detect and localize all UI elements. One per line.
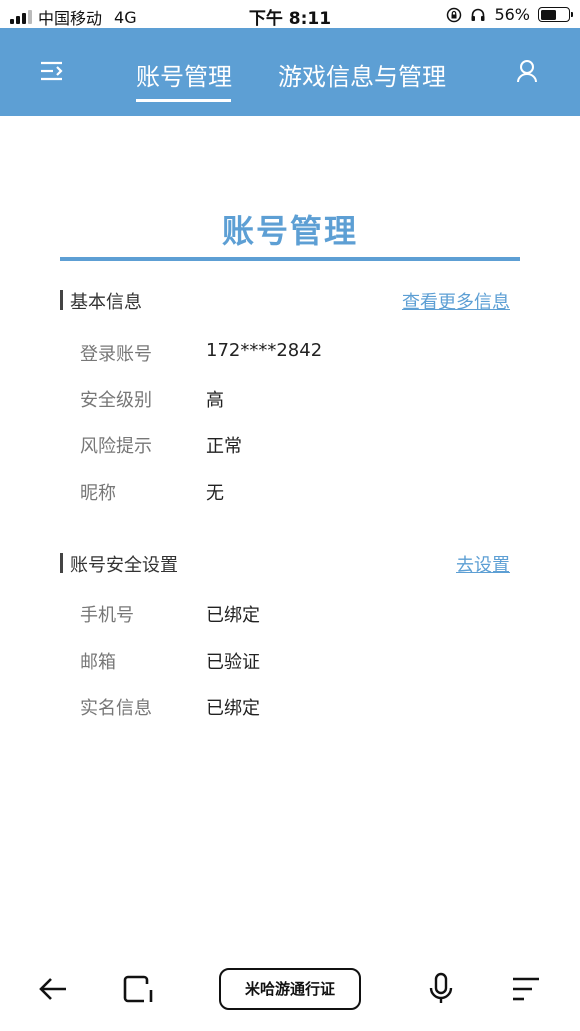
- info-row-security-level: 安全级别 高: [80, 386, 480, 411]
- status-left: 中国移动 4G: [10, 5, 137, 29]
- security-row-realname: 实名信息 已绑定: [80, 694, 480, 719]
- mihoyo-passport-button[interactable]: 米哈游通行证: [219, 968, 361, 1010]
- row-label: 实名信息: [80, 698, 152, 719]
- tab-account-management[interactable]: 账号管理: [136, 57, 232, 92]
- row-value: 无: [206, 483, 224, 504]
- bottom-toolbar: 米哈游通行证: [0, 960, 580, 1031]
- tabs-icon[interactable]: [122, 974, 154, 1004]
- row-label: 风险提示: [80, 436, 152, 457]
- security-row-phone: 手机号 已绑定: [80, 601, 480, 626]
- row-label: 登录账号: [80, 344, 152, 365]
- row-value: 正常: [206, 436, 242, 457]
- security-settings-header: 账号安全设置 去设置: [60, 551, 510, 576]
- battery-percent: 56%: [494, 5, 530, 24]
- status-right: 56%: [446, 5, 573, 24]
- view-more-info-link[interactable]: 查看更多信息: [402, 288, 510, 314]
- status-bar: 中国移动 4G 下午 8:11 56%: [0, 0, 580, 30]
- menu-lines-icon[interactable]: [511, 976, 541, 1002]
- back-arrow-icon[interactable]: [38, 974, 68, 1004]
- info-row-nickname: 昵称 无: [80, 479, 480, 504]
- user-icon[interactable]: [516, 59, 538, 83]
- microphone-icon[interactable]: [428, 972, 454, 1006]
- info-row-login-account: 登录账号 172****2842: [80, 340, 480, 365]
- row-value: 已绑定: [206, 698, 260, 719]
- network-type: 4G: [114, 7, 137, 27]
- basic-info-title: 基本信息: [70, 292, 142, 313]
- section-marker: [60, 290, 63, 310]
- row-value: 已验证: [206, 652, 260, 673]
- row-value: 已绑定: [206, 605, 260, 626]
- row-value: 172****2842: [206, 340, 323, 361]
- battery-icon: [538, 7, 573, 22]
- row-label: 昵称: [80, 483, 116, 504]
- info-row-risk: 风险提示 正常: [80, 432, 480, 457]
- rotation-lock-icon: [447, 7, 462, 22]
- page-title: 账号管理: [221, 212, 358, 250]
- go-settings-link[interactable]: 去设置: [456, 551, 510, 577]
- signal-icon: [10, 10, 32, 24]
- basic-info-header: 基本信息 查看更多信息: [60, 288, 510, 313]
- title-divider: [60, 257, 520, 261]
- security-settings-title: 账号安全设置: [70, 555, 178, 576]
- row-label: 邮箱: [80, 652, 116, 673]
- carrier-name: 中国移动: [38, 9, 103, 28]
- section-marker: [60, 553, 63, 573]
- tab-game-info[interactable]: 游戏信息与管理: [278, 57, 446, 92]
- menu-icon[interactable]: [40, 61, 66, 81]
- row-label: 手机号: [80, 605, 134, 626]
- headphones-icon: [471, 8, 485, 21]
- app-header: 账号管理 游戏信息与管理: [0, 28, 580, 116]
- active-tab-indicator: [136, 99, 231, 102]
- row-label: 安全级别: [80, 390, 152, 411]
- row-value: 高: [206, 390, 224, 411]
- security-row-email: 邮箱 已验证: [80, 648, 480, 673]
